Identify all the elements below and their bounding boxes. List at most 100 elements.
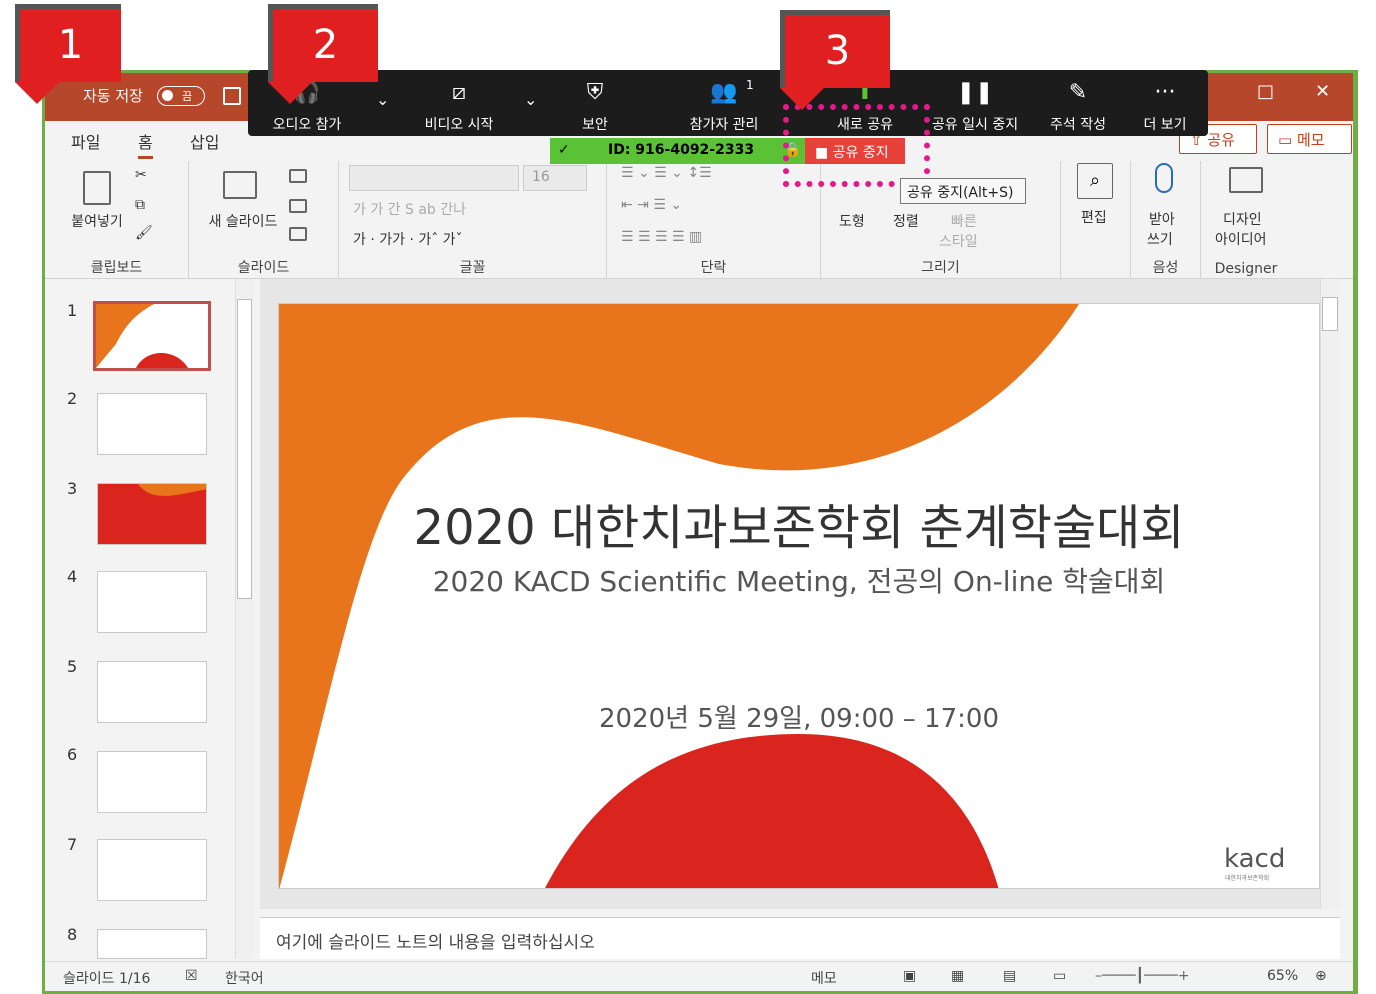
pause-icon: ❚❚	[956, 80, 994, 105]
font-size-box[interactable]: 16	[523, 165, 587, 191]
design-ideas-line2[interactable]: 아이디어	[1215, 229, 1267, 249]
dictate-line2[interactable]: 쓰기	[1147, 229, 1173, 249]
align-icon[interactable]: ☰ ☰ ☰ ☰ ▥	[621, 229, 702, 245]
notes-pane[interactable]: 여기에 슬라이드 노트의 내용을 입력하십시오	[260, 917, 1340, 959]
close-button[interactable]: ✕	[1315, 81, 1330, 102]
format-painter-icon[interactable]: 🖌	[135, 225, 153, 241]
thumbnail-slide-7[interactable]	[97, 839, 207, 901]
quick-styles-line2[interactable]: 스타일	[939, 231, 978, 251]
thumbnails-scroll-thumb[interactable]	[237, 299, 252, 599]
annotate-label: 주석 작성	[1050, 117, 1106, 133]
start-video-button[interactable]: ⧄ 비디오 시작	[414, 70, 504, 136]
find-icon[interactable]: ⌕	[1077, 163, 1113, 199]
font-format-row[interactable]: 가 가 간 S ab 간나	[353, 199, 466, 219]
participants-button[interactable]: 👥 1 참가자 관리	[674, 70, 774, 136]
font-color-row[interactable]: 가 · 가가 · 가ˆ 가ˇ	[353, 229, 463, 249]
maximize-button[interactable]: □	[1257, 81, 1274, 102]
thumbnail-slide-2[interactable]	[97, 393, 207, 455]
voice-group: 받아 쓰기 음성	[1131, 161, 1201, 279]
copy-icon[interactable]: ⧉	[135, 197, 145, 213]
meeting-id: ID: 916-4092-2333	[608, 142, 755, 158]
join-audio-label: 오디오 참가	[272, 117, 342, 133]
cut-icon[interactable]: ✂	[135, 167, 147, 183]
autosave-toggle[interactable]: 끔	[157, 86, 205, 106]
participants-label: 참가자 관리	[689, 117, 759, 133]
zoom-share-toolbar: 🎧 오디오 참가 ⌄ ⧄ 비디오 시작 ⌄ ⛨ 보안 👥 1 참가자 관리 ⬆ …	[248, 70, 1208, 136]
security-button[interactable]: ⛨ 보안	[560, 70, 630, 136]
language-indicator[interactable]: 한국어	[225, 968, 264, 988]
thumbnails-scrollbar[interactable]	[235, 279, 253, 959]
current-slide[interactable]: 2020 대한치과보존학회 춘계학술대회 2020 KACD Scientifi…	[278, 303, 1320, 889]
arrange-button[interactable]: 정렬	[893, 211, 919, 231]
tab-file[interactable]: 파일	[71, 129, 100, 153]
thumb-number: 5	[67, 657, 78, 676]
paste-button[interactable]: 붙여넣기	[61, 211, 133, 231]
new-slide-button[interactable]: 새 슬라이드	[199, 211, 287, 231]
ribbon: 붙여넣기 ✂ ⧉ 🖌 클립보드 새 슬라이드 슬라이드 16 가 가 간 S a…	[45, 161, 1353, 279]
slide-scrollbar[interactable]	[1320, 279, 1340, 909]
dictate-line1[interactable]: 받아	[1149, 209, 1175, 229]
normal-view-icon[interactable]: ▣	[903, 968, 916, 984]
layout-icon[interactable]	[289, 169, 307, 183]
thumbnail-slide-5[interactable]	[97, 661, 207, 723]
callout-badge-3: 3	[780, 10, 890, 110]
thumb-number: 2	[67, 389, 78, 408]
meeting-id-bar[interactable]: ✓ ID: 916-4092-2333 🔒	[550, 138, 805, 164]
reading-view-icon[interactable]: ▤	[1003, 968, 1016, 984]
new-slide-icon[interactable]	[223, 171, 257, 199]
signal-icon: ✓	[558, 142, 570, 158]
font-group: 16 가 가 간 S ab 간나 가 · 가가 · 가ˆ 가ˇ 글꼴	[339, 161, 607, 279]
thumb-number: 6	[67, 745, 78, 764]
thumbnail-slide-3[interactable]	[97, 483, 207, 545]
microphone-icon[interactable]	[1155, 163, 1173, 193]
editing-button[interactable]: 편집	[1081, 207, 1107, 227]
tab-home[interactable]: 홈	[138, 129, 153, 159]
zoom-level[interactable]: 65%	[1267, 968, 1298, 984]
reset-icon[interactable]	[289, 199, 307, 213]
shape-button[interactable]: 도형	[839, 211, 865, 231]
more-button[interactable]: ··· 더 보기	[1128, 70, 1202, 136]
indent-icon[interactable]: ⇤ ⇥ ☰ ⌄	[621, 197, 682, 213]
slide-sorter-icon[interactable]: ▦	[951, 968, 964, 984]
security-label: 보안	[582, 117, 608, 133]
tab-insert[interactable]: 삽입	[190, 129, 219, 153]
audio-options-chevron-icon[interactable]: ⌄	[376, 90, 389, 109]
section-icon[interactable]	[289, 227, 307, 241]
slide-subtitle: 2020 KACD Scientific Meeting, 전공의 On-lin…	[432, 565, 1166, 598]
slide-editor: 2020 대한치과보존학회 춘계학술대회 2020 KACD Scientifi…	[260, 279, 1340, 909]
new-share-highlight	[783, 104, 930, 187]
fit-slide-icon[interactable]: ⊕	[1315, 968, 1327, 984]
slideshow-icon[interactable]: ▭	[1053, 968, 1066, 984]
quick-styles-line1[interactable]: 빠른	[951, 211, 977, 231]
font-name-box[interactable]	[349, 165, 519, 191]
thumb-number: 7	[67, 835, 78, 854]
clipboard-label: 클립보드	[90, 260, 143, 276]
drawing-label: 그리기	[921, 260, 960, 276]
slide-scroll-thumb[interactable]	[1322, 297, 1338, 331]
font-label: 글꼴	[459, 260, 486, 276]
comments-button[interactable]: ▭ 메모	[1267, 124, 1352, 154]
accessibility-icon[interactable]: ☒	[185, 968, 198, 984]
design-ideas-line1[interactable]: 디자인	[1223, 209, 1262, 229]
design-ideas-icon[interactable]	[1229, 167, 1263, 193]
designer-group: 디자인 아이디어 Designer	[1201, 161, 1291, 279]
pause-share-button[interactable]: ❚❚ 공유 일시 중지	[922, 70, 1028, 136]
pencil-icon: ✎	[1068, 80, 1088, 105]
zoom-slider[interactable]: –────┃────+	[1095, 968, 1190, 984]
clipboard-group: 붙여넣기 ✂ ⧉ 🖌 클립보드	[45, 161, 189, 279]
thumbnail-slide-6[interactable]	[97, 751, 207, 813]
paste-icon[interactable]	[83, 171, 111, 205]
notes-toggle-button[interactable]: 메모	[811, 968, 837, 988]
thumbnail-slide-4[interactable]	[97, 571, 207, 633]
thumb-number: 4	[67, 567, 78, 586]
shield-icon: ⛨	[586, 80, 604, 105]
slides-group: 새 슬라이드 슬라이드	[189, 161, 339, 279]
save-icon[interactable]	[223, 87, 241, 105]
thumbnail-slide-8[interactable]	[97, 929, 207, 959]
thumbnail-slide-1[interactable]	[93, 301, 211, 371]
video-options-chevron-icon[interactable]: ⌄	[524, 90, 537, 109]
bullets-icon[interactable]: ☰ ⌄ ☰ ⌄ ↕☰	[621, 165, 712, 181]
video-off-icon: ⧄	[452, 80, 466, 105]
paragraph-label: 단락	[700, 260, 727, 276]
annotate-button[interactable]: ✎ 주석 작성	[1038, 70, 1118, 136]
